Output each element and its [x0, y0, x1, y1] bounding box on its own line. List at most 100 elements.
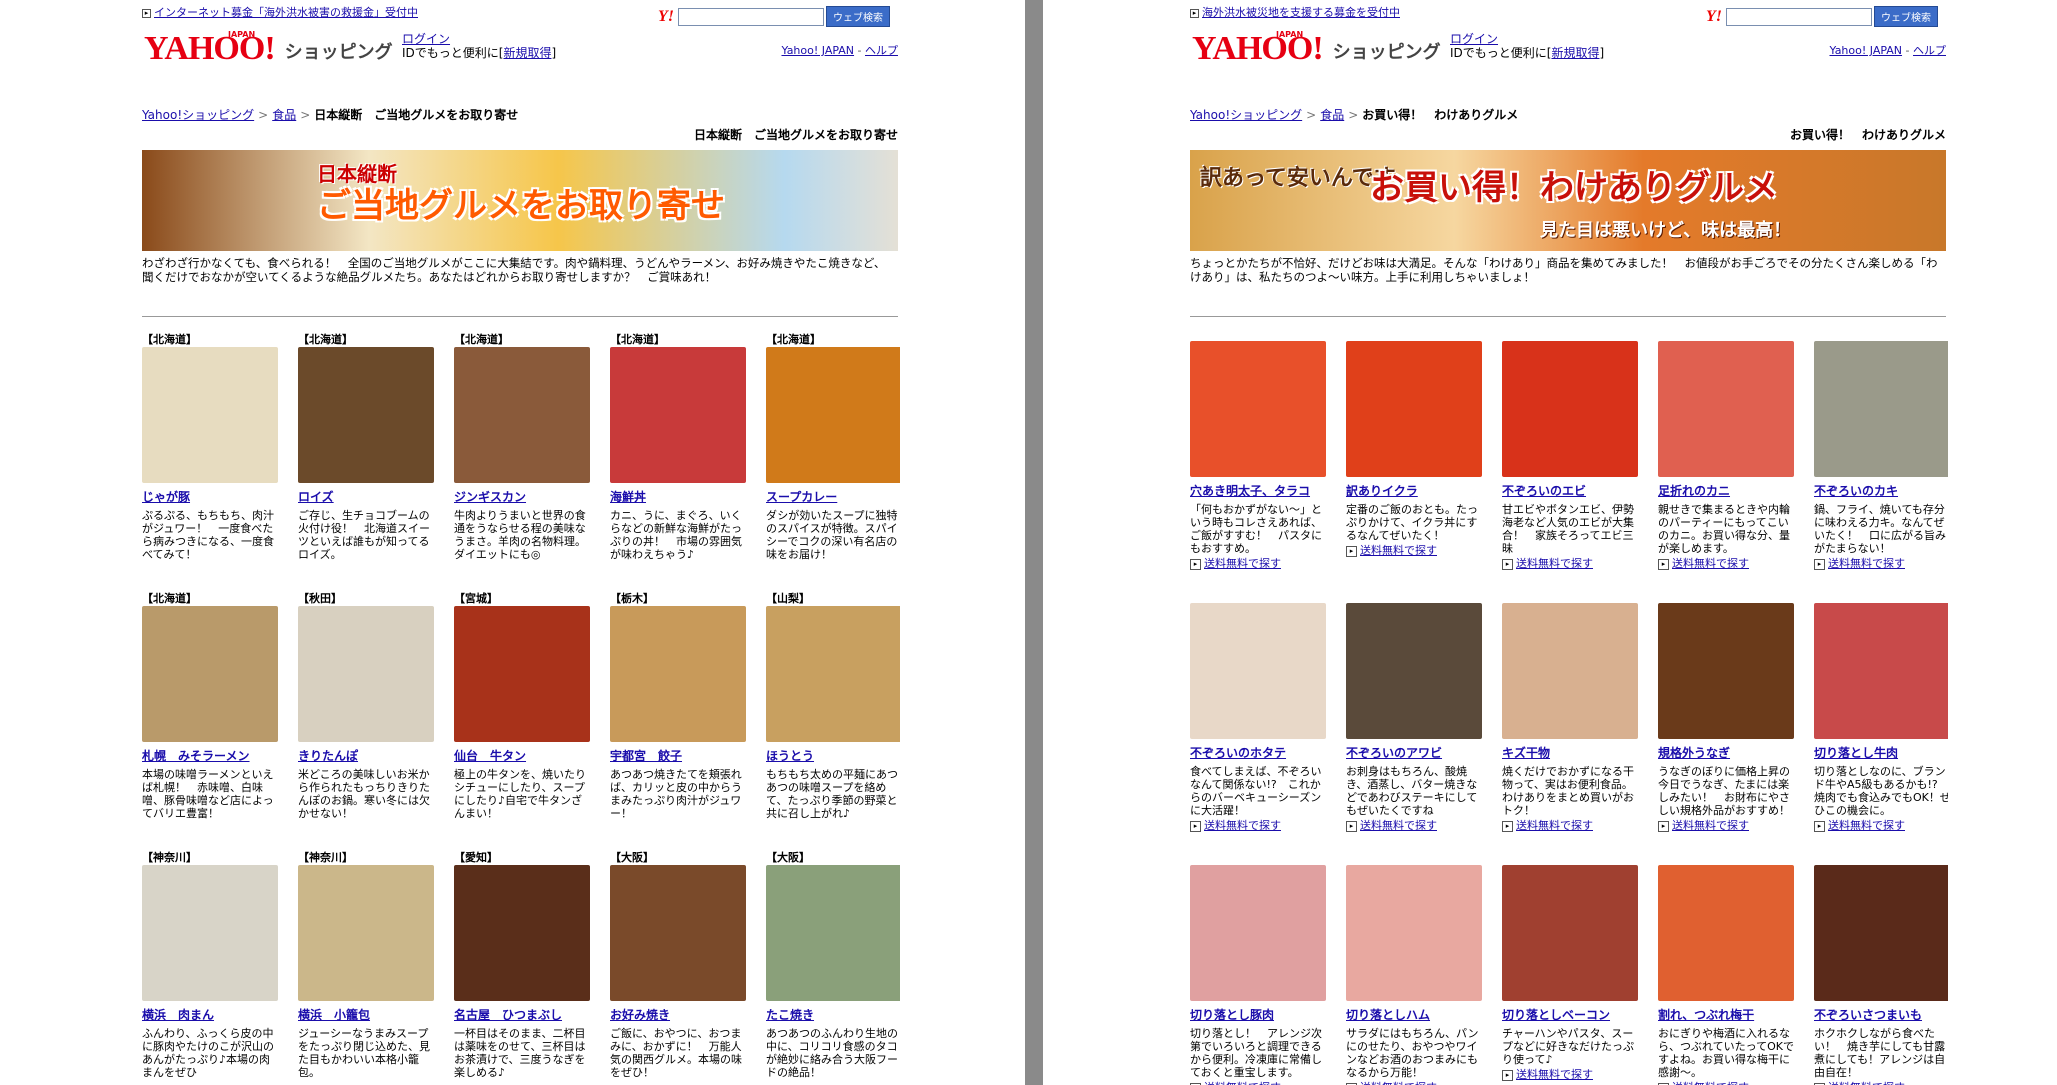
free-shipping-link[interactable]: ▸送料無料で探す — [1190, 1081, 1328, 1085]
product-image[interactable] — [142, 865, 278, 1001]
product-image[interactable] — [1814, 603, 1948, 739]
product-name-link[interactable]: 割れ、つぶれ梅干 — [1658, 1009, 1796, 1022]
product-name-link[interactable]: 不ぞろいのエビ — [1502, 485, 1640, 498]
brand-logo[interactable]: YAHOO! ショッピング — [144, 32, 393, 66]
product-image[interactable] — [454, 347, 590, 483]
page-title: お買い得！ わけありグルメ — [1789, 128, 1946, 142]
product-name-link[interactable]: 足折れのカニ — [1658, 485, 1796, 498]
product-image[interactable] — [766, 606, 900, 742]
product-card: キズ干物 焼くだけでおかずになる干物って、実はお便利食品。わけありをまとめ買いがお… — [1502, 603, 1640, 832]
product-image[interactable] — [1814, 341, 1948, 477]
product-description: 食べてしまえば、不ぞろいなんて関係ない!? これからのバーベキューシーズンに大活… — [1190, 765, 1322, 817]
free-shipping-link[interactable]: ▸送料無料で探す — [1658, 557, 1796, 570]
product-name-link[interactable]: 切り落とし牛肉 — [1814, 747, 1948, 760]
product-image[interactable] — [298, 347, 434, 483]
product-image[interactable] — [1502, 603, 1638, 739]
product-image[interactable] — [298, 865, 434, 1001]
search-input[interactable] — [678, 7, 824, 26]
signup-link[interactable]: 新規取得 — [503, 46, 551, 60]
product-name-link[interactable]: 規格外うなぎ — [1658, 747, 1796, 760]
help-link[interactable]: ヘルプ — [1913, 44, 1946, 57]
product-image[interactable] — [1190, 603, 1326, 739]
product-image[interactable] — [610, 347, 746, 483]
free-shipping-link[interactable]: ▸送料無料で探す — [1190, 557, 1328, 570]
product-name-link[interactable]: ほうとう — [766, 750, 900, 763]
free-shipping-link[interactable]: ▸送料無料で探す — [1346, 544, 1484, 557]
free-shipping-link[interactable]: ▸送料無料で探す — [1502, 1068, 1640, 1081]
product-image[interactable] — [766, 865, 900, 1001]
product-image[interactable] — [1346, 865, 1482, 1001]
product-name-link[interactable]: スープカレー — [766, 491, 900, 504]
page-title: 日本縦断 ご当地グルメをお取り寄せ — [693, 128, 898, 142]
product-name-link[interactable]: キズ干物 — [1502, 747, 1640, 760]
product-name-link[interactable]: 切り落とし豚肉 — [1190, 1009, 1328, 1022]
signup-link[interactable]: 新規取得 — [1551, 46, 1599, 60]
product-name-link[interactable]: 切り落としハム — [1346, 1009, 1484, 1022]
brand-logo[interactable]: YAHOO! ショッピング — [1192, 32, 1441, 66]
product-name-link[interactable]: ロイズ — [298, 491, 436, 504]
product-image[interactable] — [1814, 865, 1948, 1001]
product-image[interactable] — [1346, 341, 1482, 477]
product-name-link[interactable]: 仙台 牛タン — [454, 750, 592, 763]
free-shipping-link[interactable]: ▸送料無料で探す — [1814, 1081, 1948, 1085]
product-name-link[interactable]: きりたんぽ — [298, 750, 436, 763]
product-name-link[interactable]: ジンギスカン — [454, 491, 592, 504]
web-search-button[interactable]: ウェブ検索 — [1874, 6, 1938, 27]
product-image[interactable] — [1190, 341, 1326, 477]
news-link[interactable]: ▸ インターネット募金「海外洪水被害の救援金」受付中 — [142, 4, 418, 20]
product-image[interactable] — [1658, 865, 1794, 1001]
web-search-button[interactable]: ウェブ検索 — [826, 6, 890, 27]
product-image[interactable] — [1190, 865, 1326, 1001]
breadcrumb-current: お買い得！ わけありグルメ — [1362, 108, 1519, 122]
free-shipping-link[interactable]: ▸送料無料で探す — [1814, 557, 1948, 570]
free-shipping-link[interactable]: ▸送料無料で探す — [1346, 1081, 1484, 1085]
product-name-link[interactable]: 宇都宮 餃子 — [610, 750, 748, 763]
product-name-link[interactable]: 横浜 肉まん — [142, 1009, 280, 1022]
product-name-link[interactable]: 横浜 小籠包 — [298, 1009, 436, 1022]
free-shipping-link[interactable]: ▸送料無料で探す — [1814, 819, 1948, 832]
login-link[interactable]: ログイン — [402, 32, 450, 46]
product-name-link[interactable]: 札幌 みそラーメン — [142, 750, 280, 763]
product-image[interactable] — [1502, 341, 1638, 477]
product-name-link[interactable]: 不ぞろいのアワビ — [1346, 747, 1484, 760]
product-image[interactable] — [610, 606, 746, 742]
product-name-link[interactable]: 訳ありイクラ — [1346, 485, 1484, 498]
breadcrumb-food[interactable]: 食品 — [1320, 108, 1344, 122]
product-name-link[interactable]: じゃが豚 — [142, 491, 280, 504]
free-shipping-link[interactable]: ▸送料無料で探す — [1346, 819, 1484, 832]
product-image[interactable] — [610, 865, 746, 1001]
product-image[interactable] — [766, 347, 900, 483]
product-image[interactable] — [142, 347, 278, 483]
free-shipping-link[interactable]: ▸送料無料で探す — [1658, 819, 1796, 832]
breadcrumb-shopping[interactable]: Yahoo!ショッピング — [1190, 108, 1302, 122]
news-link[interactable]: ▸ 海外洪水被災地を支援する募金を受付中 — [1190, 4, 1400, 20]
product-image[interactable] — [1346, 603, 1482, 739]
free-shipping-link[interactable]: ▸送料無料で探す — [1502, 557, 1640, 570]
help-link[interactable]: ヘルプ — [865, 44, 898, 57]
product-name-link[interactable]: お好み焼き — [610, 1009, 748, 1022]
product-image[interactable] — [298, 606, 434, 742]
yahoo-japan-link[interactable]: Yahoo! JAPAN — [1829, 44, 1902, 57]
free-shipping-link[interactable]: ▸送料無料で探す — [1502, 819, 1640, 832]
free-shipping-link[interactable]: ▸送料無料で探す — [1190, 819, 1328, 832]
product-name-link[interactable]: 不ぞろいさつまいも — [1814, 1009, 1948, 1022]
product-name-link[interactable]: 穴あき明太子、タラコ — [1190, 485, 1328, 498]
search-input[interactable] — [1726, 7, 1872, 26]
yahoo-japan-link[interactable]: Yahoo! JAPAN — [781, 44, 854, 57]
product-name-link[interactable]: 不ぞろいのホタテ — [1190, 747, 1328, 760]
product-name-link[interactable]: たこ焼き — [766, 1009, 900, 1022]
product-image[interactable] — [1658, 603, 1794, 739]
product-name-link[interactable]: 不ぞろいのカキ — [1814, 485, 1948, 498]
product-name-link[interactable]: 名古屋 ひつまぶし — [454, 1009, 592, 1022]
free-shipping-link[interactable]: ▸送料無料で探す — [1658, 1081, 1796, 1085]
product-image[interactable] — [142, 606, 278, 742]
product-image[interactable] — [454, 606, 590, 742]
product-image[interactable] — [1502, 865, 1638, 1001]
product-name-link[interactable]: 海鮮丼 — [610, 491, 748, 504]
breadcrumb-shopping[interactable]: Yahoo!ショッピング — [142, 108, 254, 122]
product-image[interactable] — [454, 865, 590, 1001]
login-link[interactable]: ログイン — [1450, 32, 1498, 46]
product-name-link[interactable]: 切り落としベーコン — [1502, 1009, 1640, 1022]
product-image[interactable] — [1658, 341, 1794, 477]
breadcrumb-food[interactable]: 食品 — [272, 108, 296, 122]
